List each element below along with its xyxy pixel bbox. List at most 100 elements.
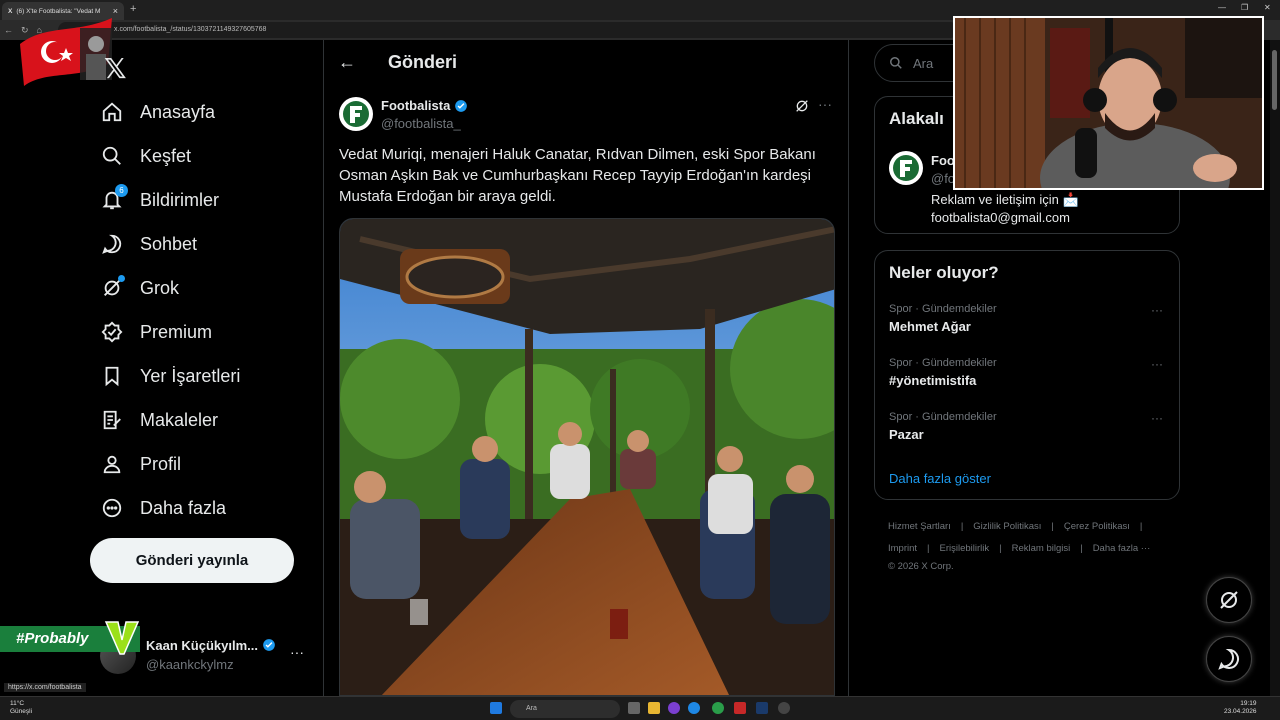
scrollbar[interactable] [1270, 40, 1280, 696]
sidebar-item-notifications[interactable]: 6 Bildirimler [90, 178, 310, 222]
show-more-link[interactable]: Daha fazla göster [889, 471, 991, 486]
webcam-overlay [953, 16, 1264, 190]
clock-date: 23.04.2026 [1224, 708, 1257, 715]
account-name: Kaan Küçükyılm... [146, 638, 276, 653]
x-favicon-icon: X [8, 7, 13, 15]
sidebar-item-label: Bildirimler [140, 189, 220, 210]
bio-email: footbalista0@gmail.com [931, 210, 1070, 225]
related-title: Alakalı [889, 109, 944, 128]
sidebar-item-label: Daha fazla [140, 497, 227, 518]
new-tab-button[interactable]: + [130, 3, 136, 15]
related-avatar[interactable] [889, 151, 923, 185]
trend-item[interactable]: Spor · Gündemdekiler Pazar ··· [889, 411, 1169, 455]
account-handle: @kaankckylmz [146, 657, 234, 672]
sidebar-item-premium[interactable]: Premium [90, 310, 310, 354]
grok-explain-icon[interactable] [794, 98, 810, 114]
account-more-icon[interactable]: ··· [290, 644, 304, 660]
notification-badge: 6 [115, 184, 128, 197]
task-view-icon[interactable] [628, 702, 640, 714]
footer-separator: | [960, 521, 964, 532]
sidebar-item-grok[interactable]: Grok [90, 266, 310, 310]
trend-more-icon[interactable]: ··· [1151, 303, 1163, 317]
status-bar-link: https://x.com/footbalista [4, 683, 86, 692]
football-logo-icon [890, 152, 922, 184]
search-icon [100, 144, 124, 168]
taskbar-search[interactable]: Ara [510, 700, 620, 718]
minimize-icon[interactable]: — [1218, 3, 1226, 12]
chat-icon [100, 232, 124, 256]
x-logo-icon[interactable]: 𝕏 [104, 52, 127, 85]
footer-link-privacy[interactable]: Gizlilik Politikası [973, 521, 1041, 532]
chrome-browser-icon[interactable] [712, 702, 724, 714]
footer-separator: | [1139, 521, 1143, 532]
back-nav-icon[interactable]: ← [4, 25, 13, 35]
sidebar-item-home[interactable]: Anasayfa [90, 90, 310, 134]
weather-condition: Güneşli [10, 708, 33, 715]
bell-icon: 6 [100, 184, 128, 212]
weather-temp: 11°C [10, 700, 25, 707]
maximize-icon[interactable]: ❐ [1241, 3, 1248, 12]
author-name-text: Footbalista [381, 98, 451, 113]
sidebar-item-chat[interactable]: Sohbet [90, 222, 310, 266]
footer-link-more[interactable]: Daha fazla ··· [1093, 543, 1151, 554]
bio-line: Reklam ve iletişim için 📩 [931, 192, 1079, 207]
trend-name: #yönetimistifa [889, 373, 977, 388]
account-name-text: Kaan Küçükyılm... [146, 638, 258, 653]
profile-icon [100, 452, 124, 476]
verified-badge-icon [262, 639, 275, 651]
app-red-icon[interactable] [734, 702, 746, 714]
sidebar-nav: Anasayfa Keşfet 6 Bildirimler Sohbet Gro… [90, 90, 310, 530]
close-window-icon[interactable]: ✕ [1264, 3, 1271, 12]
sidebar-item-more[interactable]: Daha fazla [90, 486, 310, 530]
sidebar-item-articles[interactable]: Makaleler [90, 398, 310, 442]
post-image[interactable] [339, 218, 835, 696]
sidebar-item-bookmarks[interactable]: Yer İşaretleri [90, 354, 310, 398]
post-button[interactable]: Gönderi yayınla [90, 538, 294, 583]
home-icon [100, 100, 124, 124]
grok-icon [100, 275, 125, 300]
footer-link-terms[interactable]: Hizmet Şartları [888, 521, 951, 532]
steam-icon[interactable] [756, 702, 768, 714]
app-icon[interactable] [668, 702, 680, 714]
trends-card: Neler oluyor? Spor · Gündemdekiler Mehme… [874, 250, 1180, 500]
author-handle[interactable]: @footbalista_ [381, 116, 461, 131]
author-avatar[interactable] [339, 97, 373, 131]
sidebar-item-label: Grok [140, 277, 180, 298]
sidebar-item-label: Premium [140, 321, 213, 342]
footer-link-accessibility[interactable]: Erişilebilirlik [940, 543, 990, 554]
messages-fab-button[interactable] [1206, 636, 1252, 682]
football-logo-icon [340, 98, 372, 130]
grok-fab-button[interactable] [1206, 577, 1252, 623]
trend-more-icon[interactable]: ··· [1151, 357, 1163, 371]
post-more-icon[interactable]: ··· [818, 96, 832, 112]
author-name[interactable]: Footbalista [381, 98, 468, 113]
trend-more-icon[interactable]: ··· [1151, 411, 1163, 425]
file-explorer-icon[interactable] [648, 702, 660, 714]
scrollbar-thumb[interactable] [1272, 50, 1277, 110]
weather-widget[interactable]: 11°C Güneşli [10, 700, 32, 716]
system-clock[interactable]: 19:19 23.04.2026 [1224, 700, 1257, 716]
url-field[interactable]: x.com/footbalista_/status/13037211493276… [58, 22, 958, 38]
main-column: ← Gönderi Footbalista @footbalista_ ··· … [323, 40, 849, 696]
related-account-bio: Reklam ve iletişim için 📩 footbalista0@g… [931, 191, 1079, 227]
overlay-v-logo-icon [104, 621, 140, 655]
trends-title: Neler oluyor? [889, 263, 999, 282]
footer-link-cookies[interactable]: Çerez Politikası [1064, 521, 1130, 532]
sidebar-item-label: Makaleler [140, 409, 219, 430]
settings-icon[interactable] [778, 702, 790, 714]
edge-browser-icon[interactable] [688, 702, 700, 714]
sidebar-item-profile[interactable]: Profil [90, 442, 310, 486]
sidebar-item-label: Keşfet [140, 145, 192, 166]
footer-link-ads-info[interactable]: Reklam bilgisi [1012, 543, 1071, 554]
footer-link-imprint[interactable]: Imprint [888, 543, 917, 554]
windows-taskbar: 11°C Güneşli Ara 19:19 23.04.2026 [0, 696, 1280, 720]
sidebar-item-label: Profil [140, 453, 182, 474]
windows-start-icon[interactable] [490, 702, 502, 714]
back-arrow-icon[interactable]: ← [338, 52, 356, 73]
sidebar-item-explore[interactable]: Keşfet [90, 134, 310, 178]
footer-separator: | [999, 543, 1002, 554]
trend-item[interactable]: Spor · Gündemdekiler Mehmet Ağar ··· [889, 303, 1169, 347]
trend-item[interactable]: Spor · Gündemdekiler #yönetimistifa ··· [889, 357, 1169, 401]
grok-dot [118, 275, 125, 282]
page-title: Gönderi [388, 52, 458, 72]
